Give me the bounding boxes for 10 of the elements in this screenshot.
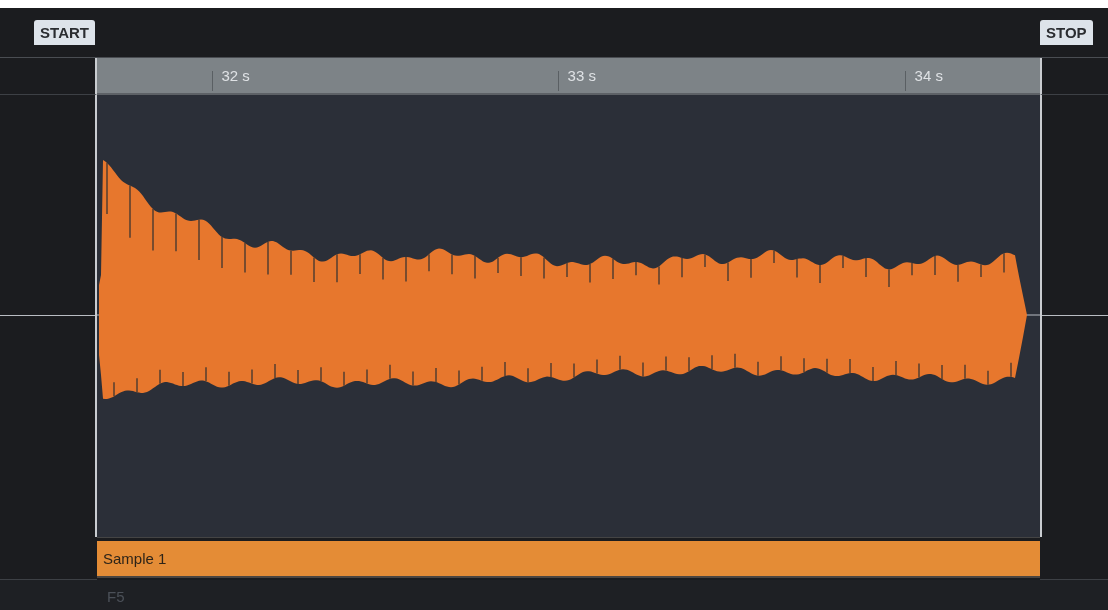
tick-label: 33 s bbox=[567, 67, 596, 84]
tick-mark bbox=[558, 71, 560, 91]
stop-marker-button[interactable]: STOP bbox=[1040, 20, 1093, 45]
audio-region[interactable]: Sample 1 bbox=[97, 541, 1040, 578]
tick-label: 34 s bbox=[914, 67, 943, 84]
start-marker-button[interactable]: START bbox=[34, 20, 95, 45]
tick-mark bbox=[212, 71, 214, 91]
tick-label: 32 s bbox=[221, 67, 250, 84]
region-label: Sample 1 bbox=[103, 550, 167, 567]
tick-mark bbox=[905, 71, 907, 91]
